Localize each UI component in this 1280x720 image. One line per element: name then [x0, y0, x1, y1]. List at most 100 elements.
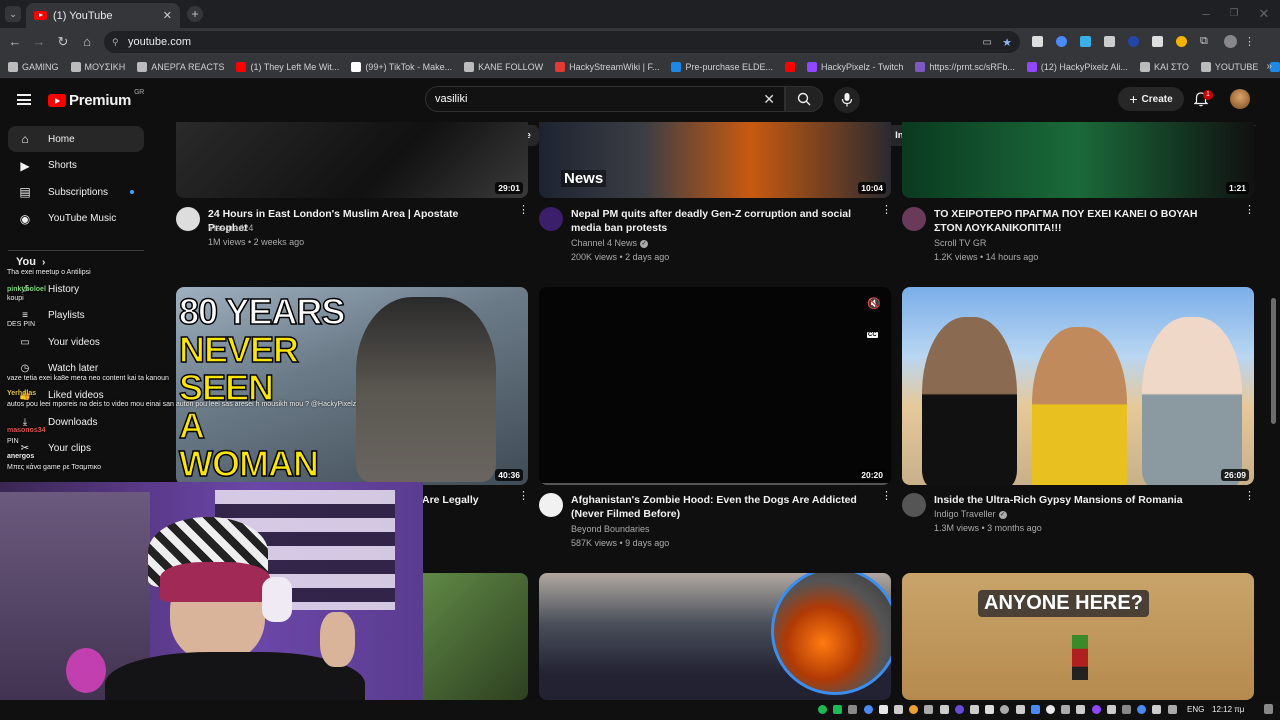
video-thumbnail[interactable]: ANYONE HERE? [902, 573, 1254, 700]
video-thumbnail[interactable]: News 10:04 [539, 122, 891, 198]
video-title[interactable]: Afghanistan's Zombie Hood: Even the Dogs… [571, 493, 876, 521]
bookmark-item[interactable]: YOUTUBE [1200, 61, 1258, 72]
clock[interactable]: 12:12 πμ [1212, 705, 1244, 714]
extension-icon[interactable] [1176, 36, 1187, 47]
search-button[interactable] [785, 86, 823, 112]
home-browser-icon[interactable]: ⌂ [79, 34, 95, 50]
tray-app-icon[interactable] [1106, 705, 1116, 714]
close-tab-icon[interactable]: ✕ [163, 9, 172, 22]
sidebar-item-your-videos[interactable]: ▭ Your videos [8, 329, 144, 355]
minimize-icon[interactable]: – [1198, 6, 1214, 22]
tab-search-icon[interactable]: ⌄ [5, 6, 21, 22]
cast-icon[interactable]: ▭ [983, 37, 992, 48]
tray-app-icon[interactable] [1122, 705, 1131, 714]
video-thumbnail[interactable]: 80 YEARS NEVER SEEN A WOMAN 40:36 [176, 287, 528, 485]
tray-app-icon[interactable] [1015, 705, 1025, 714]
tray-app-icon[interactable] [924, 705, 934, 714]
sidebar-item-home[interactable]: ⌂ Home [8, 126, 144, 152]
tray-app-icon[interactable] [894, 705, 903, 714]
bookmark-item[interactable]: (12) HackyPixelz Ali... [1026, 61, 1128, 72]
video-options-icon[interactable]: ⋮ [881, 491, 892, 502]
extension-icon[interactable] [1152, 36, 1163, 47]
address-bar[interactable]: ⚲ youtube.com ▭ ★ [104, 31, 1020, 53]
back-icon[interactable]: ← [7, 34, 23, 50]
video-options-icon[interactable]: ⋮ [518, 491, 529, 502]
menu-icon[interactable] [17, 94, 31, 105]
bookmark-item[interactable]: GAMING [8, 61, 59, 72]
tray-app-icon[interactable] [954, 705, 964, 714]
tray-app-icon[interactable] [848, 705, 858, 714]
video-options-icon[interactable]: ⋮ [881, 205, 892, 216]
channel-avatar[interactable] [539, 493, 563, 517]
bookmark-item[interactable]: KANE FOLLOW [464, 61, 543, 72]
bookmark-item[interactable]: HackyPixelz - Twitch [807, 61, 903, 72]
browser-tab[interactable]: (1) YouTube ✕ [26, 3, 180, 28]
channel-name[interactable]: Visegrad24 [208, 221, 253, 236]
captions-icon[interactable]: CC [867, 332, 878, 338]
video-progress-bar[interactable] [539, 483, 891, 485]
tray-app-icon[interactable] [1076, 705, 1086, 714]
site-info-icon[interactable]: ⚲ [112, 37, 119, 48]
video-title[interactable]: ΤΟ ΧΕΙΡΟΤΕΡΟ ΠΡΑΓΜΑ ΠΟΥ ΕΧΕΙ ΚΑΝΕΙ Ο ΒΟΥ… [934, 207, 1224, 235]
page-scrollbar[interactable] [1271, 298, 1276, 424]
maximize-icon[interactable]: ❐ [1226, 6, 1242, 22]
bookmark-item[interactable]: (1) They Left Me Wit... [236, 61, 339, 72]
channel-name[interactable]: Scroll TV GR [934, 236, 986, 251]
channel-name[interactable]: Channel 4 News ✓ [571, 236, 649, 251]
voice-search-button[interactable] [834, 87, 860, 113]
create-button[interactable]: + Create [1118, 87, 1184, 111]
tray-app-icon[interactable] [1152, 705, 1162, 714]
profile-avatar[interactable] [1224, 35, 1237, 48]
tray-app-icon[interactable] [939, 705, 949, 714]
sidebar-item-youtube-music[interactable]: ◉ YouTube Music [8, 206, 144, 232]
video-title[interactable]: Nepal PM quits after deadly Gen-Z corrup… [571, 207, 876, 235]
bookmark-item[interactable]: Pre-purchase ELDE... [671, 61, 773, 72]
video-title[interactable]: Are Legally [422, 493, 522, 507]
mute-icon[interactable]: 🔇 [867, 297, 881, 310]
video-options-icon[interactable]: ⋮ [1244, 491, 1255, 502]
channel-avatar[interactable] [902, 207, 926, 231]
notifications-button[interactable]: 1 [1192, 90, 1213, 110]
video-thumbnail[interactable] [539, 573, 891, 700]
channel-avatar[interactable] [902, 493, 926, 517]
notification-center-icon[interactable] [1264, 704, 1273, 714]
new-tab-icon[interactable]: + [187, 6, 203, 22]
tray-app-icon[interactable] [1030, 705, 1040, 714]
bookmark-item[interactable]: (99+) TikTok - Make... [351, 61, 452, 72]
extension-icon[interactable] [1056, 36, 1067, 47]
extension-icon[interactable] [1128, 36, 1139, 47]
video-options-icon[interactable]: ⋮ [518, 205, 529, 216]
channel-name[interactable]: Beyond Boundaries [571, 522, 650, 537]
bookmark-star-icon[interactable]: ★ [1002, 36, 1012, 49]
clear-search-icon[interactable]: ✕ [763, 91, 775, 108]
extension-icon[interactable] [1080, 36, 1091, 47]
extension-icon[interactable] [1032, 36, 1043, 47]
extension-icon[interactable] [1104, 36, 1115, 47]
browser-menu-icon[interactable]: ⋮ [1244, 35, 1255, 48]
reload-icon[interactable]: ↻ [55, 34, 71, 50]
tray-app-icon[interactable] [818, 705, 827, 714]
forward-icon[interactable]: → [31, 34, 47, 50]
video-thumbnail[interactable]: 1:21 [902, 122, 1254, 198]
tray-app-icon[interactable] [863, 705, 873, 714]
extensions-puzzle-icon[interactable]: ⧉ [1200, 35, 1208, 48]
bookmarks-overflow-icon[interactable]: » [1266, 61, 1272, 72]
tray-app-icon[interactable] [1061, 705, 1071, 714]
bookmark-item[interactable] [785, 61, 796, 72]
channel-avatar[interactable] [176, 207, 200, 231]
youtube-logo[interactable]: Premium GR [48, 89, 144, 109]
bookmark-item[interactable]: ΚΑΙ ΣΤΟ [1139, 61, 1189, 72]
video-thumbnail[interactable]: 26:09 [902, 287, 1254, 485]
tray-app-icon[interactable] [909, 705, 919, 714]
tray-app-icon[interactable] [970, 705, 979, 714]
video-thumbnail[interactable]: 🔇 CC 20:20 [539, 287, 891, 485]
tray-app-icon[interactable] [833, 705, 843, 714]
bookmark-item[interactable]: ΜΟΥΣΙΚΗ [70, 61, 125, 72]
tray-app-icon[interactable] [1091, 705, 1101, 714]
bookmark-item[interactable]: https://prnt.sc/sRFb... [915, 61, 1015, 72]
channel-avatar[interactable] [539, 207, 563, 231]
sidebar-item-shorts[interactable]: ▶ Shorts [8, 153, 144, 179]
bookmark-item[interactable]: ANEPΓΑ REACTS [137, 61, 224, 72]
tray-app-icon[interactable] [1046, 705, 1055, 714]
language-indicator[interactable]: ENG [1187, 705, 1204, 714]
